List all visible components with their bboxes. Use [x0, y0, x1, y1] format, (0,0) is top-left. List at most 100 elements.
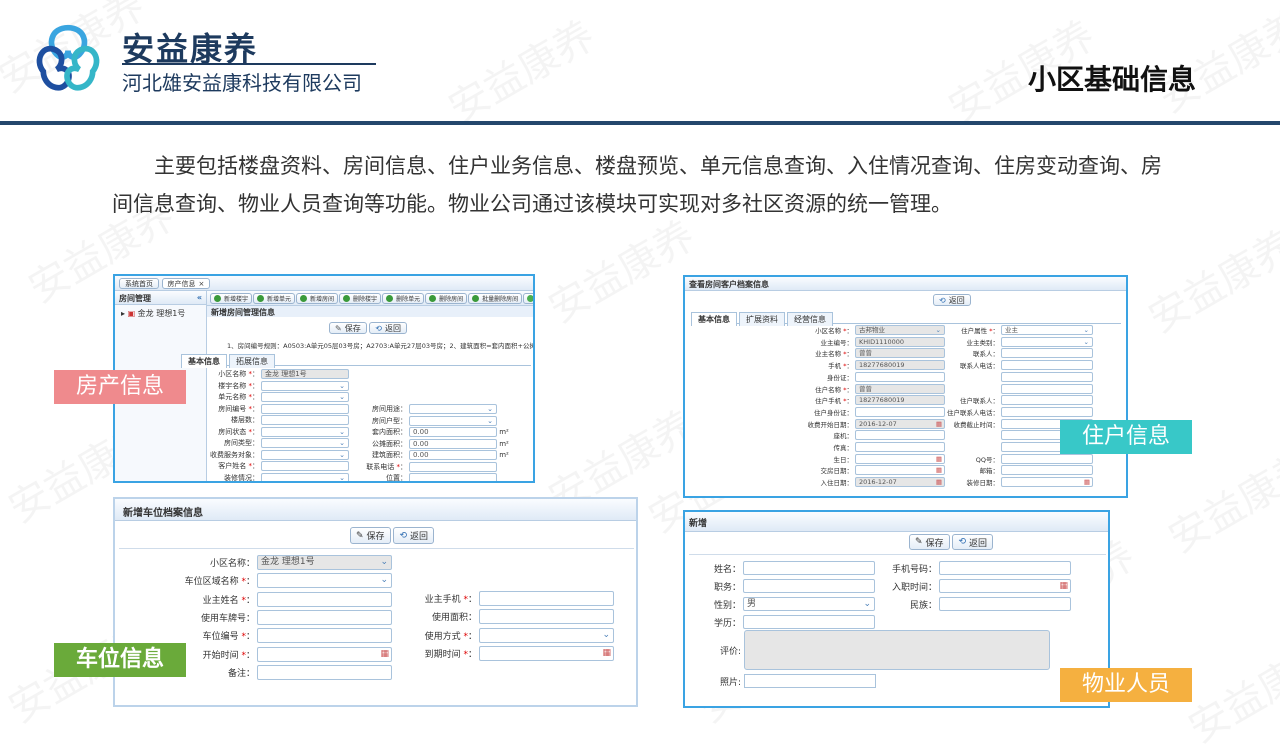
field-input[interactable]: ⌄: [261, 472, 349, 481]
field-input[interactable]: 男 ⌄: [743, 597, 875, 611]
field-input[interactable]: [855, 442, 945, 452]
field-input[interactable]: ⌄: [261, 392, 349, 402]
field-input[interactable]: [743, 615, 875, 629]
field-input[interactable]: 曾曾: [855, 383, 945, 394]
field-input[interactable]: [1001, 360, 1093, 371]
field-input[interactable]: 古邦物业 ⌄: [855, 325, 945, 335]
field-input[interactable]: [1001, 371, 1093, 382]
field-input[interactable]: 18277680019: [855, 395, 945, 406]
unit-label: m²: [497, 439, 509, 448]
toolbar-button[interactable]: 删除房间: [425, 293, 468, 304]
eval-textarea[interactable]: [743, 630, 1050, 670]
field-input[interactable]: [743, 579, 875, 593]
form-row: 业主名称 *： 曾曾: [761, 348, 945, 359]
field-label-text: 小区名称: [815, 327, 842, 335]
field-input[interactable]: 曾曾: [855, 348, 945, 359]
field-label-text: 车位区域名称: [184, 577, 239, 588]
field-input[interactable]: [409, 461, 497, 472]
field-input[interactable]: ▦: [1001, 477, 1093, 488]
field-input[interactable]: [261, 461, 349, 471]
tab-property[interactable]: 房产信息 ×: [161, 278, 211, 289]
field-input[interactable]: [257, 628, 392, 644]
field-input[interactable]: [1001, 406, 1093, 417]
field-input[interactable]: ⌄: [261, 438, 349, 448]
staff-save-button[interactable]: ✎ 保存: [909, 534, 950, 550]
field-input[interactable]: [939, 597, 1071, 611]
toolbar-button[interactable]: 新增房间: [296, 293, 339, 304]
field-input[interactable]: [479, 609, 614, 625]
form-row: 小区名称 *： 金龙 理想1号: [199, 369, 349, 379]
import-icon: [527, 295, 533, 302]
field-input[interactable]: KHID1110000: [855, 336, 945, 347]
field-input[interactable]: [1001, 383, 1093, 394]
tree-item[interactable]: ▸ ▣ 金龙 理想1号: [115, 305, 206, 322]
photo-upload[interactable]: [743, 674, 876, 688]
field-input[interactable]: 2016-12-07 ▦: [855, 418, 945, 429]
field-input[interactable]: 金龙 理想1号 ⌄: [257, 555, 392, 570]
field-input[interactable]: ⌄: [257, 573, 392, 589]
field-label-text: 手机号码: [891, 564, 928, 575]
field-input[interactable]: 0.00: [409, 450, 497, 460]
field-input[interactable]: [939, 561, 1071, 575]
subtab-extended[interactable]: 扩展资料: [739, 312, 785, 326]
field-input[interactable]: ⌄: [409, 404, 497, 414]
subtab-basic[interactable]: 基本信息: [181, 354, 227, 368]
field-input[interactable]: [261, 415, 349, 425]
toolbar-button[interactable]: 新增楼宇: [210, 293, 253, 304]
toolbar-button[interactable]: 新增单元: [253, 293, 296, 304]
field-input[interactable]: 业主 ⌄: [1001, 325, 1093, 335]
field-input[interactable]: ⌄: [261, 380, 349, 391]
chevron-down-icon: ⌄: [339, 439, 345, 447]
field-input[interactable]: ⌄: [1001, 336, 1093, 347]
field-input[interactable]: [1001, 348, 1093, 359]
field-input[interactable]: 金龙 理想1号: [261, 369, 349, 379]
field-input[interactable]: ⌄: [479, 627, 614, 643]
parking-save-button[interactable]: ✎ 保存: [350, 527, 391, 544]
field-input[interactable]: [257, 591, 392, 607]
field-input[interactable]: ▦: [939, 579, 1071, 593]
field-input[interactable]: [257, 609, 392, 625]
shot4-title: 新增: [685, 512, 1108, 532]
delete-icon: [429, 295, 437, 302]
field-input[interactable]: 2016-12-07 ▦: [855, 477, 945, 488]
field-input[interactable]: [855, 430, 945, 441]
field-input[interactable]: [855, 406, 945, 417]
field-input[interactable]: ▦: [257, 646, 392, 662]
toolbar-button[interactable]: 批量删除房间: [468, 293, 523, 304]
back-label: 返回: [384, 323, 401, 333]
back-icon: ⟲: [958, 537, 966, 547]
field-input[interactable]: [257, 664, 392, 680]
field-input[interactable]: ▦: [855, 453, 945, 464]
field-input[interactable]: ⌄: [261, 449, 349, 460]
field-input[interactable]: [409, 473, 497, 481]
resident-back-button[interactable]: ⟲ 返回: [933, 294, 971, 306]
field-input[interactable]: ⌄: [261, 426, 349, 437]
field-input[interactable]: [479, 591, 614, 606]
field-input[interactable]: ⌄: [409, 415, 497, 426]
parking-back-button[interactable]: ⟲ 返回: [393, 527, 434, 544]
field-input[interactable]: [261, 403, 349, 414]
chevron-down-icon: ⌄: [339, 450, 345, 459]
field-input[interactable]: [743, 561, 875, 575]
toolbar-button[interactable]: 删除单元: [382, 293, 425, 304]
staff-back-button[interactable]: ⟲ 返回: [952, 534, 993, 550]
subtab-business[interactable]: 经营信息: [787, 312, 833, 326]
toolbar-button[interactable]: 导入模板下载: [523, 293, 533, 304]
field-input[interactable]: [1001, 465, 1093, 476]
calendar-icon: ▦: [935, 454, 942, 463]
field-input[interactable]: 0.00: [409, 427, 497, 437]
field-label: 小区名称 *：: [815, 327, 853, 335]
save-button[interactable]: ✎ 保存: [329, 322, 367, 334]
subtab-extend[interactable]: 拓展信息: [229, 354, 275, 368]
field-input[interactable]: [855, 371, 945, 382]
field-input[interactable]: [1001, 453, 1093, 464]
field-input[interactable]: [1001, 395, 1093, 406]
subtab-basic[interactable]: 基本信息: [691, 312, 737, 326]
back-button[interactable]: ⟲ 返回: [369, 322, 407, 334]
field-input[interactable]: ▦: [479, 645, 614, 661]
field-input[interactable]: 18277680019: [855, 360, 945, 371]
field-input[interactable]: ▦: [855, 465, 945, 476]
field-input[interactable]: 0.00: [409, 438, 497, 449]
tab-home[interactable]: 系统首页: [119, 278, 159, 289]
toolbar-button[interactable]: 删除楼宇: [339, 293, 382, 304]
